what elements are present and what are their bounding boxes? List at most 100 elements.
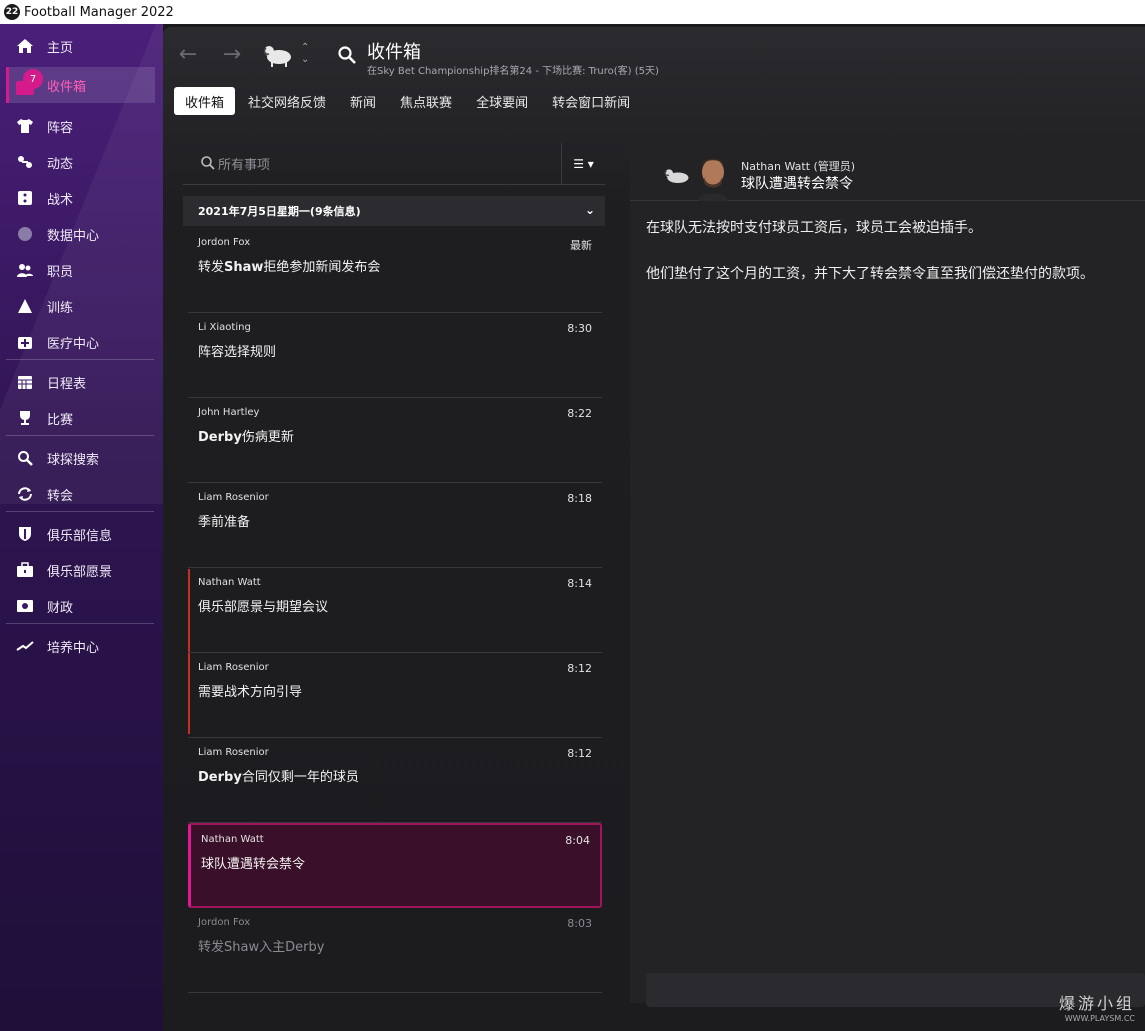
date-group-header[interactable]: 2021年7月5日星期一(9条信息) ⌄: [183, 196, 605, 226]
sidebar-item-tactics[interactable]: 战术: [6, 180, 155, 216]
message-subject: 阵容选择规则: [198, 345, 277, 360]
message-sender: Li Xiaoting: [198, 322, 251, 333]
development-icon: [16, 637, 34, 655]
message-time: 8:12: [567, 747, 592, 760]
message-sender: Liam Rosenior: [198, 747, 269, 758]
tab-focus-leagues[interactable]: 焦点联赛: [389, 87, 463, 115]
watermark-url: WWW.PLAYSM.CC: [1064, 1014, 1135, 1023]
sidebar-item-inbox[interactable]: 7 收件箱: [6, 67, 155, 103]
message-item[interactable]: Jordon Fox 8:03 转发Shaw入主Derby: [188, 908, 602, 993]
page-subtitle: 在Sky Bet Championship排名第24 - 下场比赛: Truro…: [367, 66, 659, 77]
sidebar-item-label: 主页: [47, 40, 74, 56]
message-sender: Jordon Fox: [198, 917, 251, 928]
tab-transfer-window-news[interactable]: 转会窗口新闻: [541, 87, 641, 115]
tab-world-news[interactable]: 全球要闻: [465, 87, 539, 115]
message-subject: 球队遭遇转会禁令: [201, 857, 306, 872]
club-ram-crest-icon[interactable]: [261, 43, 295, 67]
date-group-label: 2021年7月5日星期一(9条信息): [198, 205, 361, 218]
message-sender: Liam Rosenior: [198, 662, 269, 673]
message-time: 8:12: [567, 662, 592, 675]
message-item[interactable]: Liam Rosenior 8:12 Derby合同仅剩一年的球员: [188, 738, 602, 823]
message-item[interactable]: Jordon Fox 最新 转发Shaw拒绝参加新闻发布会: [188, 228, 602, 313]
transfers-icon: [16, 485, 34, 503]
sidebar-item-data-hub[interactable]: 数据中心: [6, 216, 155, 252]
message-item[interactable]: Liam Rosenior 8:18 季前准备: [188, 483, 602, 568]
sidebar-item-squad[interactable]: 阵容: [6, 108, 155, 144]
sidebar-item-club-vision[interactable]: 俱乐部愿景: [6, 552, 155, 588]
message-detail-panel: Nathan Watt (管理员) 球队遭遇转会禁令 在球队无法按时支付球员工资…: [630, 143, 1145, 1007]
sidebar-item-finances[interactable]: 财政: [6, 588, 155, 624]
message-time: 8:03: [567, 917, 592, 930]
finances-icon: [16, 597, 34, 615]
sidebar-item-label: 训练: [47, 300, 74, 316]
sidebar-divider: [6, 511, 154, 512]
sidebar-item-transfers[interactable]: 转会: [6, 476, 155, 512]
sidebar-item-development[interactable]: 培养中心: [6, 628, 155, 664]
sidebar-item-training[interactable]: 训练: [6, 288, 155, 324]
message-time: 8:22: [567, 407, 592, 420]
message-paragraph: 在球队无法按时支付球员工资后，球员工会被迫插手。: [646, 220, 982, 236]
sidebar-item-dynamics[interactable]: 动态: [6, 144, 155, 180]
sidebar-item-label: 转会: [47, 488, 74, 504]
sidebar-divider: [6, 623, 154, 624]
message-item[interactable]: Li Xiaoting 8:30 阵容选择规则: [188, 313, 602, 398]
watermark: 爆游小组 WWW.PLAYSM.CC: [1059, 990, 1135, 1023]
message-search-bar[interactable]: 所有事项 ☰ ▾: [183, 143, 605, 185]
message-sender: John Hartley: [198, 407, 260, 418]
watermark-text: 爆游小组: [1058, 994, 1135, 1013]
sidebar-item-competitions[interactable]: 比赛: [6, 400, 155, 436]
message-detail-header: Nathan Watt (管理员) 球队遭遇转会禁令: [630, 143, 1145, 201]
sidebar-item-label: 俱乐部愿景: [47, 564, 113, 580]
dynamics-icon: [16, 153, 34, 171]
home-icon: [16, 37, 34, 55]
club-switcher-chevron-icon[interactable]: ⌃ ⌄: [301, 42, 309, 66]
message-time: 8:04: [565, 834, 590, 847]
club-shield-icon: [16, 525, 34, 543]
search-icon[interactable]: [337, 45, 357, 65]
search-icon: [201, 156, 215, 170]
message-item[interactable]: Liam Rosenior 8:12 需要战术方向引导: [188, 653, 602, 738]
sidebar-item-label: 阵容: [47, 120, 74, 136]
main-panel: ← → ⌃ ⌄ 收件箱 在Sky Bet Championship排名第24 - …: [163, 27, 1145, 1031]
sidebar-item-staff[interactable]: 职员: [6, 252, 155, 288]
sidebar-divider: [6, 359, 154, 360]
sidebar-item-schedule[interactable]: 日程表: [6, 364, 155, 400]
message-subject: 转发Shaw入主Derby: [198, 940, 325, 955]
tab-social-feedback[interactable]: 社交网络反馈: [237, 87, 337, 115]
message-paragraph: 他们垫付了这个月的工资，并下大了转会禁令直至我们偿还垫付的款项。: [646, 266, 1094, 282]
message-subject-title: 球队遭遇转会禁令: [741, 176, 853, 192]
message-subject: 季前准备: [198, 515, 251, 530]
window-titlebar: 22 Football Manager 2022: [0, 0, 1145, 24]
sender-avatar[interactable]: [696, 155, 730, 201]
sidebar-item-scouting[interactable]: 球探搜索: [6, 440, 155, 476]
message-time: 最新: [570, 239, 592, 252]
briefcase-icon: [16, 561, 34, 579]
back-arrow-icon[interactable]: ←: [175, 41, 201, 67]
sidebar-item-club-info[interactable]: 俱乐部信息: [6, 516, 155, 552]
search-input[interactable]: 所有事项: [218, 154, 270, 173]
chevron-down-icon[interactable]: ⌄: [585, 203, 595, 217]
page-title: 收件箱: [367, 42, 421, 63]
message-sender: Nathan Watt: [198, 577, 261, 588]
filter-menu-button[interactable]: ☰ ▾: [561, 143, 605, 185]
message-sender-name[interactable]: Nathan Watt (管理员): [741, 158, 855, 174]
sidebar-item-label: 球探搜索: [47, 452, 100, 468]
tab-inbox[interactable]: 收件箱: [174, 87, 236, 115]
message-sender: Liam Rosenior: [198, 492, 269, 503]
forward-arrow-icon[interactable]: →: [219, 41, 245, 67]
message-time: 8:14: [567, 577, 592, 590]
sidebar-item-home[interactable]: 主页: [6, 28, 155, 64]
inbox-count-badge: 7: [23, 69, 43, 89]
message-item-selected[interactable]: Nathan Watt 8:04 球队遭遇转会禁令: [188, 823, 602, 908]
message-item[interactable]: Nathan Watt 8:14 俱乐部愿景与期望会议: [188, 568, 602, 653]
message-item[interactable]: John Hartley 8:22 Derby伤病更新: [188, 398, 602, 483]
sidebar-item-label: 比赛: [47, 412, 74, 428]
message-subject: Derby合同仅剩一年的球员: [198, 770, 359, 785]
sidebar-item-label: 职员: [47, 264, 74, 280]
sidebar-item-medical[interactable]: 医疗中心: [6, 324, 155, 360]
message-subject: Derby伤病更新: [198, 430, 294, 445]
tab-news[interactable]: 新闻: [339, 87, 387, 115]
squad-shirt-icon: [16, 117, 34, 135]
sidebar-item-label: 战术: [47, 192, 74, 208]
sidebar-item-label: 日程表: [47, 376, 87, 392]
